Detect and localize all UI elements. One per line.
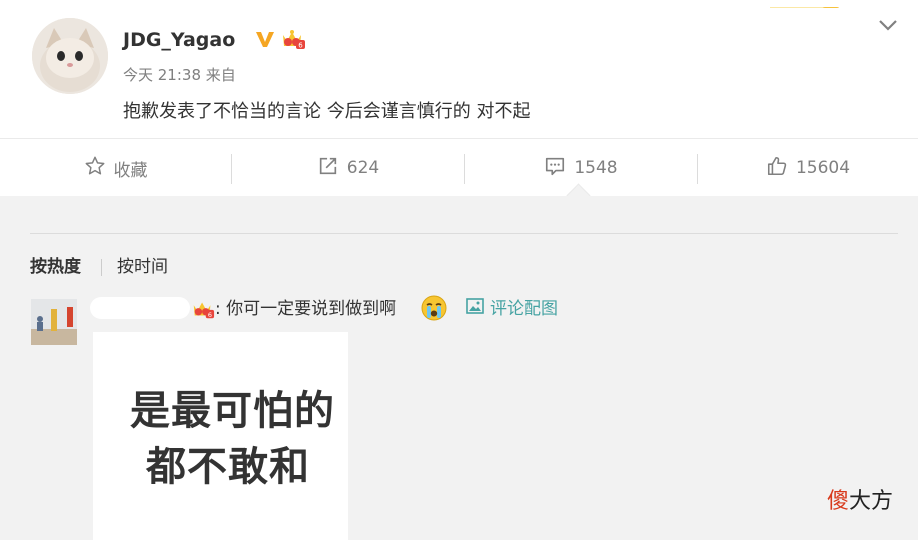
verified-badge-icon <box>254 28 276 54</box>
comment-picture-link[interactable]: 评论配图 <box>466 297 558 321</box>
crying-emoji-icon <box>420 294 448 326</box>
like-button[interactable]: 15604 <box>698 139 918 197</box>
crown-icon: 6 <box>191 297 215 325</box>
comment-image-text-line-2: 都不敢和 <box>146 444 310 490</box>
corner-decoration <box>760 0 870 8</box>
watermark: 傻大方 <box>827 487 893 517</box>
section-divider <box>30 233 898 234</box>
username[interactable]: JDG_Yagao <box>123 28 235 52</box>
favorite-label: 收藏 <box>113 160 148 181</box>
comment-picture-label: 评论配图 <box>490 299 558 319</box>
action-bar: 收藏 624 1548 15604 <box>0 138 918 197</box>
repost-count: 624 <box>346 158 380 178</box>
post-meta: 今天 21:38 来自 <box>123 66 236 84</box>
watermark-rest: 大方 <box>849 489 894 514</box>
like-count: 15604 <box>795 158 851 178</box>
chevron-down-icon[interactable] <box>876 14 900 40</box>
sort-by-hot-tab[interactable]: 按热度 <box>30 256 81 278</box>
svg-text:6: 6 <box>298 42 303 50</box>
sort-divider <box>101 259 102 276</box>
post-text: 抱歉发表了不恰当的言论 今后会谨言慎行的 对不起 <box>123 101 531 122</box>
comment-icon <box>544 155 574 182</box>
commenter-avatar[interactable] <box>31 299 77 345</box>
repost-icon <box>317 155 347 182</box>
sort-by-time-tab[interactable]: 按时间 <box>117 256 168 278</box>
comment-count: 1548 <box>574 158 618 178</box>
favorite-button[interactable]: 收藏 <box>0 139 231 197</box>
crown-icon[interactable]: 6 <box>280 27 306 55</box>
avatar[interactable] <box>32 18 108 94</box>
repost-button[interactable]: 624 <box>232 139 464 197</box>
comment-image-text-line-1: 是最可怕的 <box>130 388 335 434</box>
thumbs-up-icon <box>766 155 796 182</box>
commenter-name-redacted[interactable] <box>90 297 190 319</box>
picture-icon <box>466 297 490 321</box>
star-icon <box>84 155 114 182</box>
comment-image[interactable]: 是最可怕的 都不敢和 <box>93 332 348 540</box>
watermark-first-char: 傻 <box>827 489 850 514</box>
post-card: JDG_Yagao 6 今天 21:38 来自 抱歉发表了不恰当的言论 今后会谨… <box>0 0 918 196</box>
comment-text: : 你可一定要说到做到啊 <box>215 299 397 319</box>
svg-text:6: 6 <box>208 311 212 319</box>
